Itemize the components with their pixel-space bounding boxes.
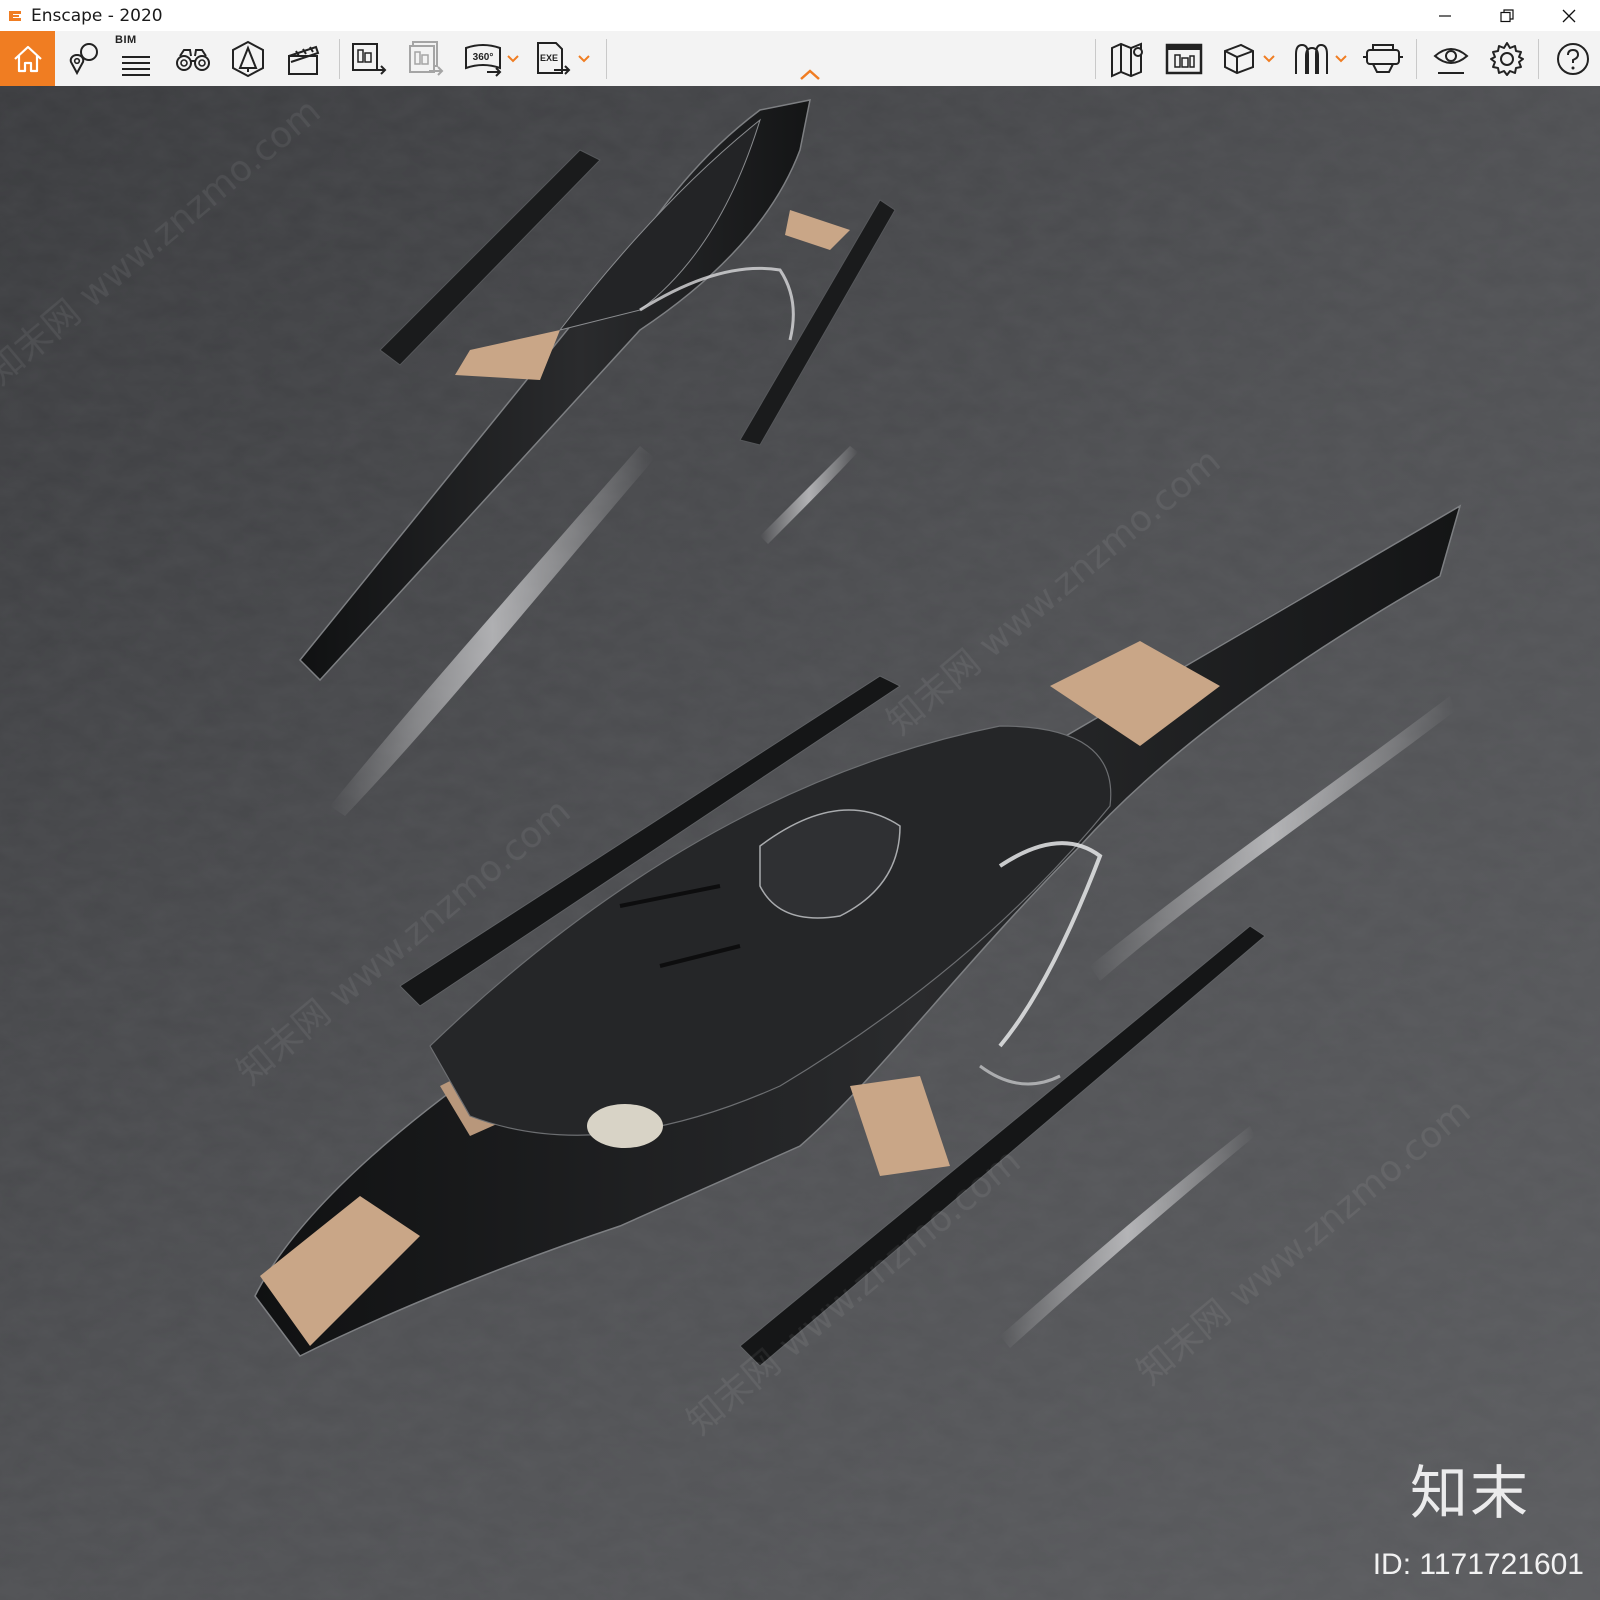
panorama-360-icon: 360° xyxy=(465,44,502,77)
title-bar: Enscape - 2020 xyxy=(0,0,1600,31)
binoculars-icon xyxy=(176,49,210,71)
collapse-toolbar-button[interactable] xyxy=(798,68,822,82)
vr-headset-icon xyxy=(1363,44,1403,73)
exe-label: EXE xyxy=(540,53,558,63)
panorama-label: 360° xyxy=(473,52,494,63)
panorama-dropdown[interactable] xyxy=(506,53,520,65)
screenshot-window-icon xyxy=(1165,43,1203,75)
settings-button[interactable] xyxy=(1484,36,1530,82)
home-button[interactable] xyxy=(0,31,55,86)
screenshot-export-icon xyxy=(352,43,387,75)
cube-button[interactable] xyxy=(1216,36,1262,82)
home-icon xyxy=(13,45,42,72)
toolbar-separator xyxy=(1416,39,1417,79)
clapperboard-icon xyxy=(288,45,320,75)
render-viewport[interactable]: 知末网 www.znzmo.com 知末网 www.znzmo.com 知末网 … xyxy=(0,86,1600,1600)
minimize-button[interactable] xyxy=(1414,0,1476,31)
help-icon xyxy=(1557,43,1589,75)
bim-button[interactable]: BIM xyxy=(113,34,159,82)
bim-list-icon xyxy=(122,56,150,76)
chevron-down-icon xyxy=(507,55,519,63)
screenshot-button[interactable] xyxy=(346,36,392,82)
toolbar-separator xyxy=(606,39,607,79)
cube-icon xyxy=(1224,43,1254,75)
minimize-icon xyxy=(1439,14,1451,17)
close-icon xyxy=(1562,9,1576,22)
restore-icon xyxy=(1500,8,1514,22)
visual-settings-eye-icon xyxy=(1433,48,1469,74)
batch-render-button[interactable] xyxy=(403,36,449,82)
batch-render-icon xyxy=(409,41,444,76)
exe-export-button[interactable]: EXE xyxy=(530,36,576,82)
people-dropdown[interactable] xyxy=(1334,53,1348,65)
video-editor-button[interactable] xyxy=(280,36,326,82)
watermark-logo: 知末 xyxy=(1409,1459,1530,1527)
asset-library-button[interactable] xyxy=(225,36,271,82)
help-button[interactable] xyxy=(1550,36,1596,82)
vr-button[interactable] xyxy=(1360,36,1406,82)
exe-dropdown[interactable] xyxy=(577,53,591,65)
toolbar-separator xyxy=(1538,39,1539,79)
toolbar-separator xyxy=(339,39,340,79)
settings-gear-icon xyxy=(1490,42,1524,76)
chevron-up-icon xyxy=(800,69,820,80)
window-title: Enscape - 2020 xyxy=(31,5,163,26)
chevron-down-icon xyxy=(1263,55,1275,63)
asset-library-icon xyxy=(232,40,264,78)
views-pin-icon xyxy=(69,43,98,76)
screenshot-window-button[interactable] xyxy=(1161,36,1207,82)
watermark-id: ID: 1171721601 xyxy=(1372,1548,1584,1581)
cube-dropdown[interactable] xyxy=(1262,53,1276,65)
close-button[interactable] xyxy=(1538,0,1600,31)
scene-render: 知末网 www.znzmo.com 知末网 www.znzmo.com 知末网 … xyxy=(0,86,1600,1600)
enscape-logo-icon xyxy=(6,7,24,25)
restore-button[interactable] xyxy=(1476,0,1538,31)
map-button[interactable] xyxy=(1105,36,1151,82)
people-icon xyxy=(1295,43,1328,74)
toolbar-separator xyxy=(1095,39,1096,79)
panorama-button[interactable]: 360° xyxy=(460,36,506,82)
map-icon xyxy=(1111,42,1143,78)
exe-export-icon: EXE xyxy=(537,42,571,75)
chevron-down-icon xyxy=(578,55,590,63)
visual-settings-button[interactable] xyxy=(1428,36,1474,82)
views-button[interactable] xyxy=(60,36,106,82)
people-button[interactable] xyxy=(1288,36,1334,82)
bim-label: BIM xyxy=(115,34,137,46)
binoculars-button[interactable] xyxy=(170,36,216,82)
chevron-down-icon xyxy=(1335,55,1347,63)
